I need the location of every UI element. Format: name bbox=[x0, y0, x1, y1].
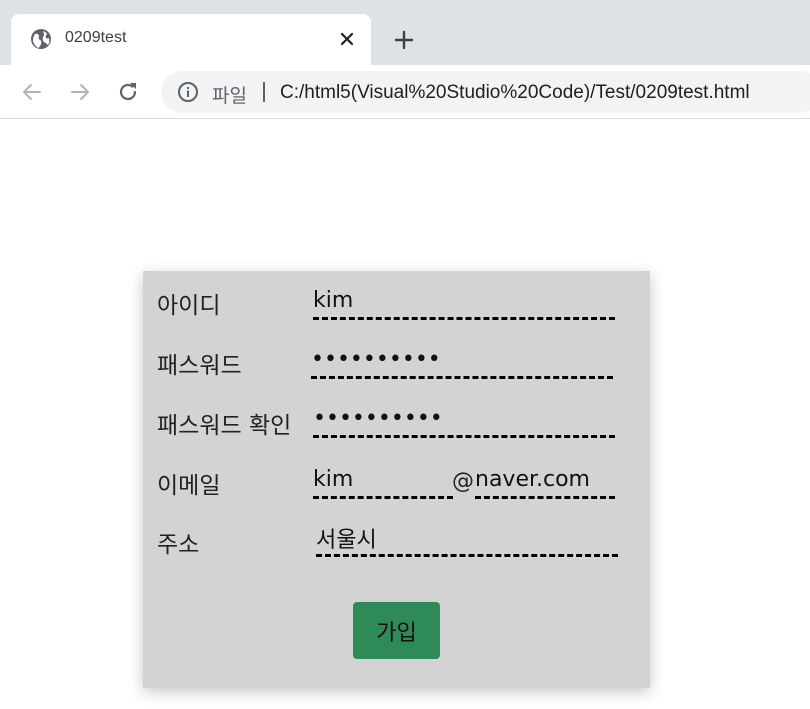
address-bar[interactable]: 파일 C:/html5(Visual%20Studio%20Code)/Test… bbox=[161, 71, 810, 113]
address-label: 주소 bbox=[157, 532, 200, 558]
email-local-input[interactable] bbox=[313, 463, 453, 499]
globe-icon bbox=[31, 29, 51, 49]
omnibox-divider bbox=[263, 82, 265, 102]
info-icon[interactable] bbox=[177, 81, 199, 103]
password-input[interactable] bbox=[311, 343, 613, 379]
tab-title: 0209test bbox=[65, 29, 127, 46]
id-label: 아이디 bbox=[157, 293, 221, 319]
join-button[interactable]: 가입 bbox=[353, 602, 440, 659]
email-domain-input[interactable] bbox=[475, 463, 615, 499]
tab-strip: 0209test bbox=[0, 0, 810, 65]
arrow-right-icon[interactable] bbox=[66, 78, 94, 106]
arrow-left-icon[interactable] bbox=[18, 78, 46, 106]
close-icon[interactable] bbox=[337, 29, 357, 49]
email-label: 이메일 bbox=[157, 473, 221, 499]
address-input[interactable] bbox=[316, 521, 618, 557]
password-confirm-input[interactable] bbox=[313, 402, 615, 438]
password-label: 패스워드 bbox=[157, 353, 242, 379]
browser-tab[interactable]: 0209test bbox=[11, 14, 371, 65]
email-at-sign: @ bbox=[452, 469, 474, 494]
signup-form: 아이디 패스워드 패스워드 확인 이메일 @ 주소 가입 bbox=[143, 271, 650, 688]
reload-icon[interactable] bbox=[114, 78, 142, 106]
id-input[interactable] bbox=[313, 284, 615, 320]
password-confirm-label: 패스워드 확인 bbox=[157, 413, 292, 439]
url-text[interactable]: C:/html5(Visual%20Studio%20Code)/Test/02… bbox=[280, 82, 750, 104]
browser-toolbar: 파일 C:/html5(Visual%20Studio%20Code)/Test… bbox=[0, 65, 810, 119]
scheme-label: 파일 bbox=[212, 85, 247, 107]
plus-icon[interactable] bbox=[392, 28, 416, 52]
